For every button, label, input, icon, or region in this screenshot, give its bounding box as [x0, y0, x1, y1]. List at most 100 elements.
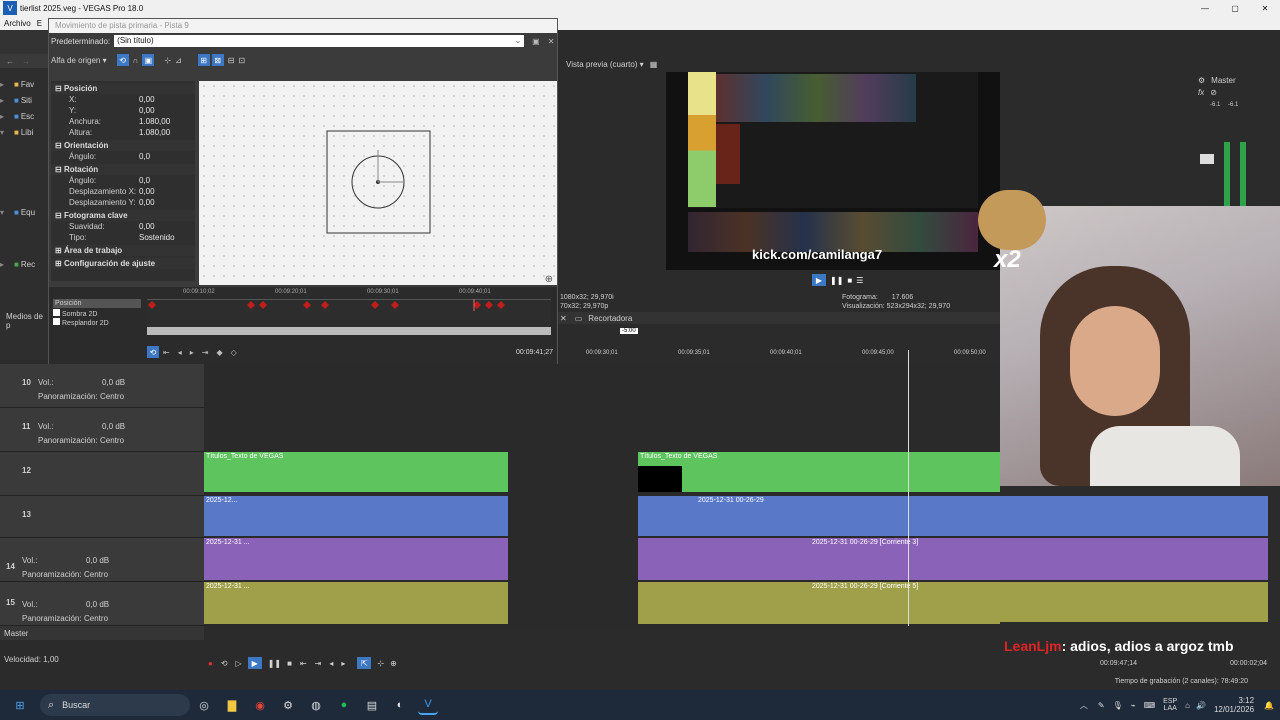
section-workspace[interactable]: ⊞ Área de trabajo: [51, 245, 195, 256]
zoom-tool-icon[interactable]: ⊕: [390, 659, 397, 668]
pause-icon[interactable]: ❚❚: [268, 659, 281, 668]
overlay-icon[interactable]: ▦: [650, 60, 658, 69]
prop-smoothness[interactable]: Suavidad: 0,00: [51, 221, 195, 232]
play-icon[interactable]: ▶: [247, 657, 262, 669]
loop-icon[interactable]: ⟲: [221, 659, 228, 668]
prevent-move-icon[interactable]: ⊞: [197, 54, 210, 66]
delete-kf-icon[interactable]: ◇: [231, 348, 237, 357]
explorer-item[interactable]: ▸ ■ Esc: [0, 108, 48, 124]
copilot-icon[interactable]: ◎: [194, 695, 214, 715]
section-keyframe[interactable]: ⊟ Fotograma clave: [51, 210, 195, 221]
edit-mode-icon[interactable]: ⟲: [116, 54, 129, 66]
prop-rot-angle[interactable]: Ángulo: 0,0: [51, 175, 195, 186]
usb-icon[interactable]: ⌁: [1131, 701, 1136, 710]
prop-y[interactable]: Y: 0,00: [51, 105, 195, 116]
magnet-icon[interactable]: ∩: [133, 56, 139, 65]
audio-clip[interactable]: 2025-12-31 00-26-29 [Corriente 5]: [638, 582, 1000, 624]
kf-track-resplandor[interactable]: Resplandor 2D: [53, 318, 141, 327]
prop-x[interactable]: X: 0,00: [51, 94, 195, 105]
keyboard-icon[interactable]: ⌨: [1144, 701, 1156, 710]
obs-icon[interactable]: ◍: [306, 695, 326, 715]
kf-sync-icon[interactable]: ⟲: [147, 346, 159, 358]
network-icon[interactable]: ⌂: [1185, 701, 1190, 710]
scale-icon[interactable]: ⊟: [228, 56, 235, 65]
steam-icon[interactable]: ◐: [390, 695, 410, 715]
go-start-icon[interactable]: ⇤: [300, 659, 307, 668]
motion-canvas[interactable]: ⊕: [199, 81, 557, 285]
mute-icon[interactable]: ⊘: [1210, 88, 1217, 97]
master-fader[interactable]: [1200, 154, 1214, 164]
fx-icon[interactable]: fx: [1198, 88, 1204, 97]
y-axis-icon[interactable]: ⊿: [175, 56, 182, 65]
envelope-icon[interactable]: ⊹: [377, 659, 384, 668]
playhead[interactable]: [908, 350, 909, 626]
keyframe-markers[interactable]: [147, 299, 551, 311]
section-orientacion[interactable]: ⊟ Orientación: [51, 140, 195, 151]
motion-frame[interactable]: [199, 81, 557, 285]
audio-clip[interactable]: 2025-12-31 ...: [204, 582, 508, 624]
add-kf-icon[interactable]: ◆: [216, 348, 222, 357]
track-10[interactable]: 10 Vol.: 0,0 dB Panoramización: Centro: [0, 364, 204, 408]
search-box[interactable]: ⌕ Buscar: [40, 694, 190, 716]
settings-icon[interactable]: ⚙: [278, 695, 298, 715]
video-clip[interactable]: 2025-12-31 00-26-29: [638, 496, 1000, 536]
notification-icon[interactable]: 🔔: [1264, 701, 1274, 710]
track-15[interactable]: 15 Vol.: 0,0 dB Panoramización: Centro: [0, 582, 204, 626]
media-label[interactable]: Medios de p: [6, 312, 48, 330]
track-13[interactable]: 13: [0, 496, 204, 538]
stop-icon[interactable]: ■: [287, 659, 292, 668]
file-explorer-icon[interactable]: ▇: [222, 695, 242, 715]
play-from-start-icon[interactable]: ▷: [236, 659, 242, 668]
tab-recortadora[interactable]: Recortadora: [588, 314, 632, 323]
vegas-taskbar-icon[interactable]: V: [418, 695, 438, 715]
rotate-icon[interactable]: ⊡: [238, 56, 245, 65]
windows-start-icon[interactable]: ⊞: [10, 695, 30, 715]
normal-edit-icon[interactable]: ⇱: [357, 657, 372, 669]
play-icon[interactable]: ▶: [812, 274, 826, 286]
close-icon[interactable]: ✕: [1250, 4, 1280, 13]
explorer-item[interactable]: ▾ ■ Libi: [0, 124, 48, 140]
stop-icon[interactable]: ■: [847, 276, 852, 285]
clock[interactable]: 3:12 12/01/2026: [1214, 696, 1254, 714]
text-clip[interactable]: Títulos_Texto de VEGAS: [204, 452, 508, 492]
preview-quality-dropdown[interactable]: Vista previa (cuarto) ▾: [566, 60, 644, 69]
source-alpha-dropdown[interactable]: Alfa de origen ▾: [51, 56, 107, 65]
track-11[interactable]: 11 Vol.: 0,0 dB Panoramización: Centro: [0, 408, 204, 452]
tab-icon[interactable]: ▭: [575, 314, 583, 323]
next-frame-icon[interactable]: ▸: [341, 659, 345, 668]
zoom-icon[interactable]: ⊕: [545, 274, 553, 285]
section-snap[interactable]: ⊞ Configuración de ajuste: [51, 258, 195, 269]
track-12[interactable]: 12: [0, 452, 204, 496]
first-kf-icon[interactable]: ⇤: [163, 348, 170, 357]
spotify-icon[interactable]: ●: [334, 695, 354, 715]
lock-aspect-icon[interactable]: ⊠: [211, 54, 224, 66]
select-icon[interactable]: ▣: [142, 54, 155, 66]
language-indicator[interactable]: ESP LAA: [1163, 698, 1177, 712]
track-14[interactable]: 14 Vol.: 0,0 dB Panoramización: Centro: [0, 538, 204, 582]
prop-offset-y[interactable]: Desplazamiento Y: 0,00: [51, 197, 195, 208]
section-posicion[interactable]: ⊟ Posición: [51, 83, 195, 94]
kf-scrollbar[interactable]: [147, 327, 551, 335]
x-axis-icon[interactable]: ⊹: [164, 56, 171, 65]
go-end-icon[interactable]: ⇥: [315, 659, 322, 668]
prev-kf-icon[interactable]: ◂: [178, 348, 182, 357]
kf-track-posicion[interactable]: Posición: [53, 299, 141, 308]
minimize-icon[interactable]: —: [1190, 4, 1220, 13]
prop-height[interactable]: Altura: 1.080,00: [51, 127, 195, 138]
maximize-icon[interactable]: ▢: [1220, 4, 1250, 13]
pause-icon[interactable]: ❚❚: [830, 276, 843, 285]
section-rotacion[interactable]: ⊟ Rotación: [51, 164, 195, 175]
mixer-icon[interactable]: ⚙: [1198, 76, 1205, 85]
audio-clip[interactable]: 2025-12-31 ...: [204, 538, 508, 580]
prev-frame-icon[interactable]: ◂: [329, 659, 333, 668]
next-kf-icon[interactable]: ▸: [190, 348, 194, 357]
text-clip[interactable]: Títulos_Texto de VEGAS: [638, 452, 1000, 492]
prop-offset-x[interactable]: Desplazamiento X: 0,00: [51, 186, 195, 197]
tray-chevron-icon[interactable]: ︿: [1080, 700, 1088, 711]
explorer-item[interactable]: ▸ ■ Rec: [0, 256, 48, 272]
chrome-icon[interactable]: ◉: [250, 695, 270, 715]
prop-orient-angle[interactable]: Ángulo: 0,0: [51, 151, 195, 162]
last-kf-icon[interactable]: ⇥: [202, 348, 209, 357]
close-dialog-icon[interactable]: ✕: [548, 37, 555, 46]
save-preset-icon[interactable]: ▣: [532, 37, 540, 46]
